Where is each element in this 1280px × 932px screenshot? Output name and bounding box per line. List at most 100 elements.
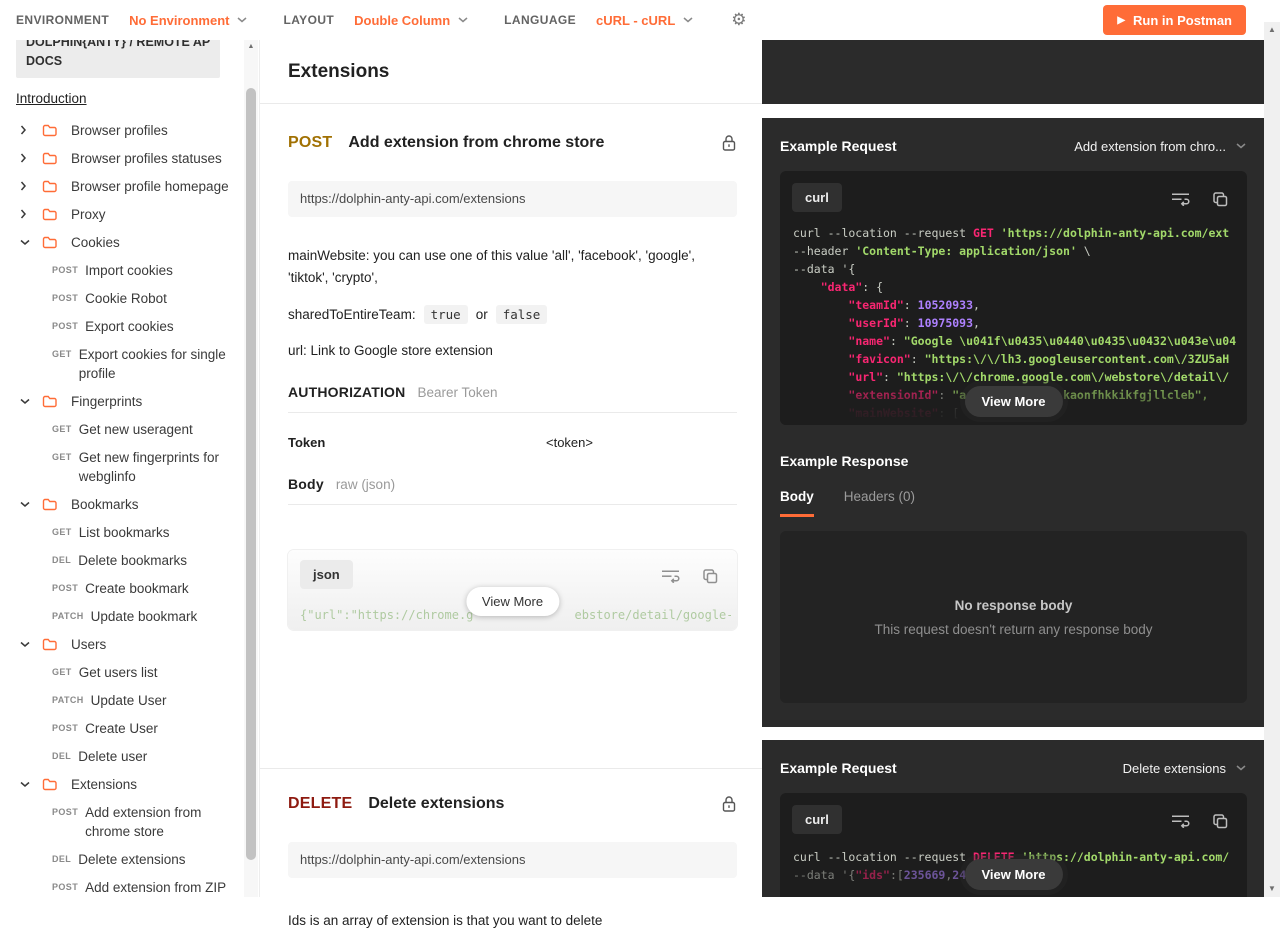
sidebar-request-delete-user[interactable]: DELDelete user xyxy=(52,742,244,770)
folder-icon xyxy=(42,152,57,165)
copy-icon[interactable] xyxy=(1212,191,1229,208)
sidebar-request-add-extension-from-chrome-store[interactable]: POSTAdd extension from chrome store xyxy=(52,798,244,845)
method-badge: DEL xyxy=(52,555,71,565)
copy-icon[interactable] xyxy=(702,568,719,585)
sidebar-request-get-new-fingerprints-for-webglinfo[interactable]: GETGet new fingerprints for webglinfo xyxy=(52,443,244,490)
tab-headers[interactable]: Headers (0) xyxy=(844,489,915,517)
body-code-block: json {"url":"https://chrome.g ebstore/de… xyxy=(288,550,737,630)
view-more-button[interactable]: View More xyxy=(964,386,1062,417)
chevron-down-icon xyxy=(20,237,30,247)
layout-select[interactable]: Double Column xyxy=(354,13,468,28)
scroll-up-icon[interactable]: ▲ xyxy=(1264,22,1280,36)
request-label: Update bookmark xyxy=(91,607,198,626)
folder-icon xyxy=(42,638,57,651)
folder-label: Extensions xyxy=(71,775,137,794)
sidebar-request-get-new-useragent[interactable]: GETGet new useragent xyxy=(52,415,244,443)
request-label: Export cookies xyxy=(85,317,174,336)
sidebar-folder-browser-profiles-statuses[interactable]: Browser profiles statuses xyxy=(20,144,244,172)
request-title: Delete extensions xyxy=(368,795,504,813)
run-in-postman-button[interactable]: ▶ Run in Postman xyxy=(1103,5,1246,35)
example-request-selector[interactable]: Add extension from chro... xyxy=(1074,139,1246,154)
sidebar-request-import-cookies[interactable]: POSTImport cookies xyxy=(52,256,244,284)
request-label: Get users list xyxy=(79,663,158,682)
wrap-text-icon[interactable] xyxy=(1171,813,1190,830)
method-badge: POST xyxy=(52,265,78,275)
sidebar-folder-proxy[interactable]: Proxy xyxy=(20,200,244,228)
curl-code-block: curl curl --location --request DELETE 'h… xyxy=(780,793,1247,897)
page-title: Extensions xyxy=(288,61,389,83)
sidebar-scrollbar-thumb[interactable] xyxy=(246,88,256,860)
wrap-text-icon[interactable] xyxy=(1171,191,1190,208)
wrap-text-icon[interactable] xyxy=(661,568,680,585)
sidebar-request-delete-extensions[interactable]: DELDelete extensions xyxy=(52,845,244,873)
environment-label: ENVIRONMENT xyxy=(16,13,109,27)
example-request-selector[interactable]: Delete extensions xyxy=(1123,761,1246,776)
copy-icon[interactable] xyxy=(1212,813,1229,830)
token-value: <token> xyxy=(546,435,593,450)
request-heading: POST Add extension from chrome store xyxy=(288,134,737,152)
sidebar-folder-extensions[interactable]: Extensions xyxy=(20,770,244,798)
tab-body[interactable]: Body xyxy=(780,489,814,517)
sidebar-scrollbar[interactable]: ▲ xyxy=(244,40,258,897)
sidebar-folder-browser-profile-homepage[interactable]: Browser profile homepage xyxy=(20,172,244,200)
method-badge: POST xyxy=(52,583,78,593)
sidebar-item-introduction[interactable]: Introduction xyxy=(16,91,87,106)
sidebar-request-export-cookies-for-single-profile[interactable]: GETExport cookies for single profile xyxy=(52,340,244,387)
sidebar-request-create-user[interactable]: POSTCreate User xyxy=(52,714,244,742)
request-label: Get new fingerprints for webglinfo xyxy=(79,448,239,486)
environment-value: No Environment xyxy=(129,13,229,28)
request-label: Get new useragent xyxy=(79,420,193,439)
sidebar-request-update-user[interactable]: PATCHUpdate User xyxy=(52,686,244,714)
view-more-button[interactable]: View More xyxy=(964,859,1062,890)
sidebar-folder-bookmarks[interactable]: Bookmarks xyxy=(20,490,244,518)
folder-icon xyxy=(42,498,57,511)
response-tabs: Body Headers (0) xyxy=(762,489,1264,517)
scroll-up-icon[interactable]: ▲ xyxy=(244,40,258,52)
chevron-right-icon xyxy=(20,181,30,191)
request-label: Delete user xyxy=(78,747,147,766)
page-scrollbar[interactable]: ▲ ▼ xyxy=(1264,22,1280,897)
collection-title-line1: DOLPHIN{ANTY} / REMOTE API xyxy=(26,40,210,52)
collection-title-line2: DOCS xyxy=(26,52,210,71)
request-description-1: mainWebsite: you can use one of this val… xyxy=(288,245,737,289)
method-badge: POST xyxy=(52,807,78,817)
sidebar-request-get-users-list[interactable]: GETGet users list xyxy=(52,658,244,686)
folder-icon xyxy=(42,236,57,249)
sidebar-request-update-bookmark[interactable]: PATCHUpdate bookmark xyxy=(52,602,244,630)
request-title: Add extension from chrome store xyxy=(348,134,604,152)
sidebar-folder-cookies[interactable]: Cookies xyxy=(20,228,244,256)
sidebar-request-export-cookies[interactable]: POST Export cookies xyxy=(52,312,244,340)
view-more-button[interactable]: View More xyxy=(466,587,559,616)
code-chip-false: false xyxy=(496,305,548,324)
sidebar-request-add-extension-from-zip[interactable]: POSTAdd extension from ZIP xyxy=(52,873,244,897)
sidebar-folder-fingerprints[interactable]: Fingerprints xyxy=(20,387,244,415)
selector-value: Delete extensions xyxy=(1123,761,1226,776)
language-label: LANGUAGE xyxy=(504,13,576,27)
gear-icon[interactable]: ⚙ xyxy=(731,10,746,30)
chevron-right-icon xyxy=(20,209,30,219)
environment-select[interactable]: No Environment xyxy=(129,13,247,28)
sidebar-request-cookie-robot[interactable]: POSTCookie Robot xyxy=(52,284,244,312)
example-panel: Example Request Add extension from chro.… xyxy=(762,40,1264,897)
folder-icon xyxy=(42,180,57,193)
scroll-down-icon[interactable]: ▼ xyxy=(1264,881,1280,895)
sidebar-folder-users[interactable]: Users xyxy=(20,630,244,658)
folder-label: Users xyxy=(71,635,106,654)
language-select[interactable]: cURL - cURL xyxy=(596,13,693,28)
top-toolbar: ENVIRONMENT No Environment LAYOUT Double… xyxy=(0,0,1280,40)
sidebar-tree: Browser profilesBrowser profiles statuse… xyxy=(0,114,244,897)
request-heading: DELETE Delete extensions xyxy=(288,795,737,813)
request-label: Add extension from ZIP xyxy=(85,878,226,897)
folder-label: Bookmarks xyxy=(71,495,139,514)
sidebar-folder-browser-profiles[interactable]: Browser profiles xyxy=(20,116,244,144)
sidebar-request-list-bookmarks[interactable]: GETList bookmarks xyxy=(52,518,244,546)
request-label: Delete bookmarks xyxy=(78,551,187,570)
request-label: Delete extensions xyxy=(78,850,185,869)
chevron-down-icon xyxy=(1236,765,1246,771)
sidebar-request-create-bookmark[interactable]: POSTCreate bookmark xyxy=(52,574,244,602)
method-badge: POST xyxy=(52,321,78,331)
sidebar-content: DOLPHIN{ANTY} / REMOTE API DOCS Introduc… xyxy=(0,40,244,897)
sidebar-request-delete-bookmarks[interactable]: DEL Delete bookmarks xyxy=(52,546,244,574)
post-request-section: POST Add extension from chrome store htt… xyxy=(260,134,762,769)
example-response-title: Example Response xyxy=(762,453,1264,469)
